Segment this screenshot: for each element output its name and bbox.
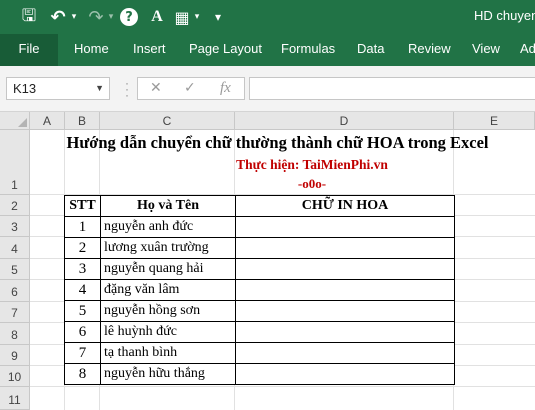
cell-upper[interactable] [235,363,455,385]
row-header-5[interactable]: 5 [0,259,30,280]
column-header-a[interactable]: A [30,112,65,130]
cell-stt[interactable]: 1 [64,216,101,238]
chevron-down-icon[interactable]: ▼ [95,78,104,99]
tab-home[interactable]: Home [74,34,109,66]
name-box-value: K13 [13,81,37,96]
row-header-11[interactable]: 11 [0,387,30,410]
cell-upper[interactable] [235,216,455,238]
cancel-icon[interactable]: ✕ [150,80,162,96]
select-all-button[interactable] [0,112,30,130]
cell-upper[interactable] [235,321,455,343]
cell-upper[interactable] [235,237,455,259]
tab-insert[interactable]: Insert [133,34,166,66]
table-row: 6 lê huỳnh đức [64,321,455,343]
cell-stt[interactable]: 8 [64,363,101,385]
tab-view[interactable]: View [472,34,500,66]
row-header-7[interactable]: 7 [0,302,30,323]
tab-formulas[interactable]: Formulas [281,34,335,66]
header-upper[interactable]: CHỮ IN HOA [235,195,455,217]
cell-name[interactable]: nguyễn anh đức [100,216,236,238]
cell-name[interactable]: nguyễn hữu thắng [100,363,236,385]
row-header-6[interactable]: 6 [0,280,30,302]
column-header-d[interactable]: D [235,112,454,130]
document-title: HD chuyen [474,8,535,23]
table-row: 2 lương xuân trường [64,237,455,259]
undo-icon[interactable]: ↶ [48,6,68,28]
title-bar: 🖫 ↶ ▾ ↷ ▾ ? A ▦ ▾ ▾ HD chuyen [0,0,535,34]
column-header-b[interactable]: B [65,112,100,130]
row-header-9[interactable]: 9 [0,345,30,366]
table-row: 1 nguyễn anh đức [64,216,455,238]
borders-icon[interactable]: ▦ [173,6,191,28]
row-header-8[interactable]: 8 [0,323,30,345]
formula-bar: K13 ▼ · · · ✕ ✓ fx [0,66,535,112]
sheet-title: Hướng dẫn chuyển chữ thường thành chữ HO… [66,133,489,152]
cell-name[interactable]: đặng văn lâm [100,279,236,301]
cell-upper[interactable] [235,342,455,364]
cell-upper[interactable] [235,279,455,301]
save-icon[interactable]: 🖫 [18,6,40,28]
select-all-triangle-icon [18,118,27,127]
row-header-4[interactable]: 4 [0,237,30,259]
ribbon-tabs: File Home Insert Page Layout Formulas Da… [0,34,535,66]
undo-dropdown-icon[interactable]: ▾ [69,6,79,28]
table-row: 3 nguyễn quang hải [64,258,455,280]
cell-name[interactable]: lê huỳnh đức [100,321,236,343]
column-header-e[interactable]: E [454,112,535,130]
tab-data[interactable]: Data [357,34,384,66]
tab-file[interactable]: File [0,34,58,66]
row-header-3[interactable]: 3 [0,216,30,237]
redo-icon[interactable]: ↷ [86,6,106,28]
cell-stt[interactable]: 2 [64,237,101,259]
cell-stt[interactable]: 5 [64,300,101,322]
cell-name[interactable]: nguyễn quang hải [100,258,236,280]
tab-add[interactable]: Add [520,34,535,66]
cell-stt[interactable]: 4 [64,279,101,301]
names-table: STT Họ và Tên CHỮ IN HOA 1 nguyễn anh đứ… [64,195,455,385]
formula-input[interactable] [249,77,535,100]
table-row: 8 nguyễn hữu thắng [64,363,455,385]
help-icon[interactable]: ? [120,8,138,26]
resize-handle-icon[interactable]: · · · [125,77,129,101]
cell-stt[interactable]: 6 [64,321,101,343]
borders-dropdown-icon[interactable]: ▾ [192,6,202,28]
sheet-divider: -o0o- [297,176,327,191]
table-row: 5 nguyễn hồng sơn [64,300,455,322]
row-header-2[interactable]: 2 [0,195,30,216]
enter-icon[interactable]: ✓ [184,80,196,96]
table-header-row: STT Họ và Tên CHỮ IN HOA [64,195,455,217]
cell-upper[interactable] [235,258,455,280]
cell-upper[interactable] [235,300,455,322]
customize-qat-icon[interactable]: ▾ [212,6,224,28]
table-row: 4 đặng văn lâm [64,279,455,301]
formula-controls: ✕ ✓ fx [137,77,245,100]
redo-dropdown-icon[interactable]: ▾ [106,6,116,28]
tab-review[interactable]: Review [408,34,451,66]
tab-page-layout[interactable]: Page Layout [189,34,262,66]
header-stt[interactable]: STT [64,195,101,217]
header-name[interactable]: Họ và Tên [100,195,236,217]
cell-name[interactable]: nguyễn hồng sơn [100,300,236,322]
cell-stt[interactable]: 3 [64,258,101,280]
insert-function-icon[interactable]: fx [220,80,231,97]
sheet-author: Thực hiện: TaiMienPhi.vn [236,157,388,172]
cell-stt[interactable]: 7 [64,342,101,364]
column-header-c[interactable]: C [100,112,235,130]
row-header-10[interactable]: 10 [0,366,30,387]
cell-name[interactable]: lương xuân trường [100,237,236,259]
table-row: 7 tạ thanh bình [64,342,455,364]
font-color-icon[interactable]: A [148,6,166,28]
name-box[interactable]: K13 ▼ [6,77,110,100]
cell-name[interactable]: tạ thanh bình [100,342,236,364]
gridline [30,386,535,387]
